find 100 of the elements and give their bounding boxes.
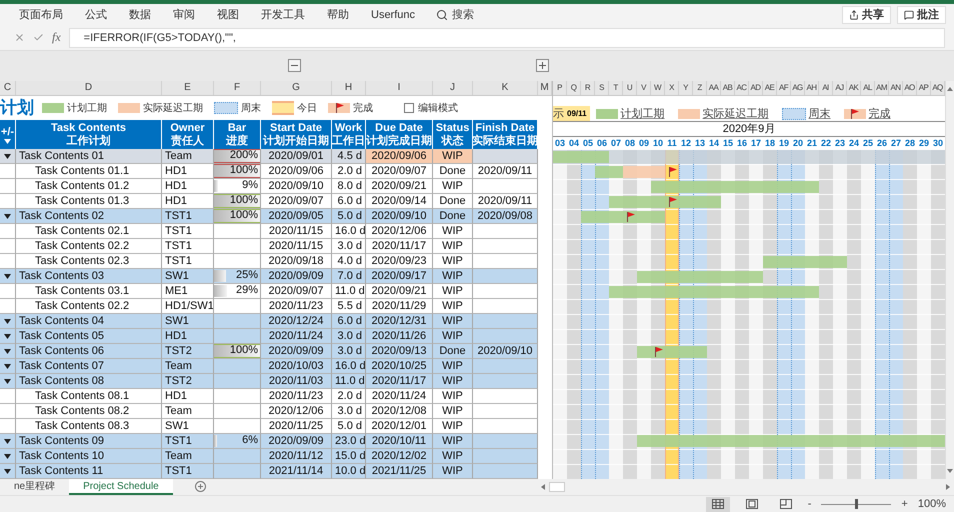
day-number: 16 (736, 137, 748, 150)
zoom-out-button[interactable]: - (808, 498, 812, 510)
ribbon-tab[interactable]: 开发工具 (250, 7, 316, 22)
table-row[interactable]: Task Contents 02.3 TST1 2020/09/18 4.0 d 2020/09/23 WIP (0, 254, 538, 270)
ribbon-tab[interactable]: Userfunc (360, 8, 426, 21)
column-letter[interactable]: P (553, 81, 567, 96)
ribbon-tab[interactable]: 数据 (118, 7, 162, 22)
table-row[interactable]: Task Contents 03 SW1 25% 2020/09/09 7.0 d 2020/09/17 WIP (0, 269, 538, 284)
table-row[interactable]: Task Contents 09 TST1 6% 2020/09/09 23.0 d 2020/10/11 WIP (0, 434, 538, 450)
day-number: 20 (792, 137, 804, 150)
table-row[interactable]: Task Contents 08 TST2 2020/11/03 11.0 d 2020/11/17 WIP (0, 374, 538, 390)
checkbox-label: 编辑模式 (418, 102, 458, 116)
table-row[interactable]: Task Contents 04 SW1 2020/12/24 6.0 d 2020/12/31 WIP (0, 314, 538, 330)
comment-button[interactable]: 批注 (897, 6, 946, 24)
table-row[interactable]: Task Contents 08.3 SW1 2020/11/25 5.0 d 2020/12/01 WIP (0, 419, 538, 434)
column-letter[interactable]: AO (903, 81, 917, 96)
today-label: 示 09/11 (553, 106, 590, 122)
column-letter[interactable]: AA (707, 81, 721, 96)
table-row[interactable]: Task Contents 02.2 TST1 2020/11/15 3.0 d 2020/11/17 WIP (0, 239, 538, 254)
column-letter[interactable]: AG (791, 81, 805, 96)
table-row[interactable]: Task Contents 08.1 HD1 2020/11/23 2.0 d 2020/11/24 WIP (0, 389, 538, 404)
table-row[interactable]: Task Contents 01.3 HD1 100% 2020/09/07 6.0 d 2020/09/14 Done 2020/09/11 (0, 194, 538, 210)
column-letter[interactable]: G (261, 81, 332, 96)
column-letter[interactable]: H (332, 81, 366, 96)
day-number: 27 (890, 137, 902, 150)
legend-label: 周末 (808, 107, 831, 122)
zoom-level: 100% (918, 498, 946, 510)
table-row[interactable]: Task Contents 01.2 HD1 9% 2020/09/10 8.0 d 2020/09/21 WIP (0, 179, 538, 194)
column-letter[interactable]: AP (917, 81, 931, 96)
column-letter[interactable]: AJ (833, 81, 847, 96)
column-letter[interactable]: W (651, 81, 665, 96)
zoom-in-button[interactable]: + (901, 498, 908, 510)
table-row[interactable]: Task Contents 05 HD1 2020/11/24 3.0 d 2020/11/26 WIP (0, 329, 538, 344)
share-button[interactable]: 共享 (842, 6, 891, 24)
table-row[interactable]: Task Contents 07 Team 2020/10/03 16.0 d 2020/10/25 WIP (0, 359, 538, 374)
sheet-tab[interactable]: ne里程碑 (0, 479, 70, 496)
day-number: 13 (694, 137, 706, 150)
table-row[interactable]: Task Contents 11 TST1 2021/11/14 10.0 d 2021/11/25 WIP (0, 464, 538, 480)
table-row[interactable]: Task Contents 01.1 HD1 100% 2020/09/06 2.0 d 2020/09/07 Done 2020/09/11 (0, 164, 538, 180)
column-letter[interactable]: AF (777, 81, 791, 96)
day-number: 06 (596, 137, 608, 150)
sheet-tab[interactable]: Project Schedule (69, 479, 173, 496)
column-letter[interactable]: AD (749, 81, 763, 96)
ribbon-tab[interactable]: 公式 (74, 7, 118, 22)
column-header: Owner 责任人 (162, 120, 214, 150)
column-letter[interactable]: I (366, 81, 433, 96)
column-letter[interactable]: E (162, 81, 214, 96)
column-letter[interactable]: S (595, 81, 609, 96)
column-letter[interactable]: Q (567, 81, 581, 96)
day-number: 25 (862, 137, 874, 150)
column-letter[interactable]: AK (847, 81, 861, 96)
column-letter[interactable]: M (538, 81, 552, 96)
table-row[interactable]: Task Contents 02.2 HD1/SW1 2020/11/23 5.5 d 2020/11/29 WIP (0, 299, 538, 314)
table-row[interactable]: Task Contents 03.1 ME1 29% 2020/09/07 11.0 d 2020/09/21 WIP (0, 284, 538, 300)
column-letter[interactable]: AI (819, 81, 833, 96)
day-number: 04 (568, 137, 580, 150)
ribbon-tab[interactable]: 视图 (206, 7, 250, 22)
table-row[interactable]: Task Contents 08.2 Team 2020/12/06 3.0 d 2020/12/08 WIP (0, 404, 538, 420)
day-number: 11 (666, 137, 678, 150)
table-row[interactable]: Task Contents 01 Team 200% 2020/09/01 4.5 d 2020/09/06 WIP (0, 149, 538, 164)
column-letter[interactable]: Z (693, 81, 707, 96)
column-letter[interactable]: Y (679, 81, 693, 96)
column-letter[interactable]: F (214, 81, 261, 96)
day-number: 19 (778, 137, 790, 150)
legend-label: 周末 (241, 102, 261, 116)
day-number: 12 (680, 137, 692, 150)
day-number: 15 (722, 137, 734, 150)
column-header: Bar 进度 (214, 120, 261, 150)
legend-label: 完成 (868, 106, 891, 122)
ribbon-tab[interactable]: 审阅 (162, 7, 206, 22)
table-row[interactable]: Task Contents 10 Team 2020/11/12 15.0 d 2020/12/02 WIP (0, 449, 538, 464)
column-letter[interactable]: J (433, 81, 473, 96)
column-letter[interactable]: C (0, 81, 16, 96)
legend-label: 完成 (353, 102, 373, 116)
column-letter[interactable]: AL (861, 81, 875, 96)
column-letter[interactable]: AE (763, 81, 777, 96)
column-letter[interactable]: T (609, 81, 623, 96)
table-row[interactable]: Task Contents 02.1 TST1 2020/11/15 16.0 d 2020/12/06 WIP (0, 224, 538, 240)
column-letter[interactable]: AN (889, 81, 903, 96)
day-number: 03 (554, 137, 566, 150)
column-letter[interactable]: X (665, 81, 679, 96)
legend-label: 实际延迟工期 (143, 102, 203, 116)
function-button[interactable]: fx (52, 30, 61, 46)
table-row[interactable]: Task Contents 06 TST2 100% 2020/09/09 3.0 d 2020/09/13 Done 2020/09/10 (0, 344, 538, 360)
column-letter[interactable]: R (581, 81, 595, 96)
column-letter[interactable]: AH (805, 81, 819, 96)
column-letter[interactable]: AB (721, 81, 735, 96)
ribbon-tab[interactable]: 帮助 (316, 7, 360, 22)
legend-label: 计划工期 (67, 102, 107, 116)
column-letter[interactable]: V (637, 81, 651, 96)
search-field[interactable]: 搜索 (426, 7, 484, 22)
day-number: 08 (624, 137, 636, 150)
ribbon-tab[interactable]: 页面布局 (8, 7, 74, 22)
column-letter[interactable]: AC (735, 81, 749, 96)
formula-field[interactable]: =IFERROR(IF(G5>TODAY(),"", (68, 28, 945, 48)
day-number: 22 (820, 137, 832, 150)
table-row[interactable]: Task Contents 02 TST1 100% 2020/09/05 5.0 d 2020/09/10 Done 2020/09/08 (0, 209, 538, 224)
column-letter[interactable]: AM (875, 81, 889, 96)
column-letter[interactable]: U (623, 81, 637, 96)
column-letter[interactable]: D (16, 81, 162, 96)
